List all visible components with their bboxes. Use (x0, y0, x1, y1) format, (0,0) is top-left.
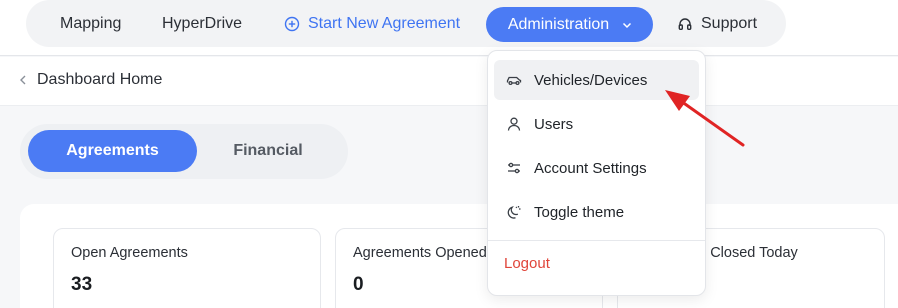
menu-item-label: Vehicles/Devices (534, 71, 648, 89)
chevron-left-icon (18, 74, 28, 86)
headset-icon (677, 16, 693, 32)
menu-item-label: Toggle theme (534, 203, 625, 221)
menu-item-account-settings[interactable]: Account Settings (494, 148, 699, 188)
breadcrumb-label: Dashboard Home (37, 71, 163, 88)
nav-hyperdrive-label: HyperDrive (162, 15, 243, 32)
user-icon (506, 116, 522, 132)
stat-card-value: 33 (71, 274, 93, 295)
nav-administration-label: Administration (507, 15, 610, 33)
menu-item-logout[interactable]: Logout (504, 255, 550, 277)
sliders-icon (506, 160, 522, 176)
plus-circle-icon (284, 16, 300, 32)
theme-toggle-icon (506, 204, 522, 220)
chevron-down-icon (621, 19, 633, 31)
breadcrumb-bar: Dashboard Home (0, 57, 898, 106)
nav-support-label: Support (701, 15, 758, 32)
nav-start-new-agreement[interactable]: Start New Agreement (284, 7, 460, 41)
menu-item-users[interactable]: Users (494, 104, 699, 144)
stat-card-title: Open Agreements (71, 245, 188, 261)
nav-start-new-agreement-label: Start New Agreement (308, 15, 461, 32)
administration-dropdown: Vehicles/Devices Users Account Settings … (487, 50, 706, 296)
nav-mapping[interactable]: Mapping (60, 7, 121, 41)
nav-administration[interactable]: Administration (486, 7, 653, 42)
menu-divider (488, 240, 705, 241)
nav-support[interactable]: Support (677, 7, 757, 41)
nav-mapping-label: Mapping (60, 15, 122, 32)
tab-agreements[interactable]: Agreements (28, 130, 197, 172)
menu-item-vehicles-devices[interactable]: Vehicles/Devices (494, 60, 699, 100)
nav-hyperdrive[interactable]: HyperDrive (162, 7, 242, 41)
menu-item-label: Account Settings (534, 159, 647, 177)
tab-financial[interactable]: Financial (208, 130, 328, 172)
breadcrumb[interactable]: Dashboard Home (18, 71, 162, 89)
car-icon (506, 72, 522, 88)
stat-card-open-agreements: Open Agreements 33 (53, 228, 321, 308)
menu-item-toggle-theme[interactable]: Toggle theme (494, 192, 699, 232)
view-tabs: Agreements Financial (20, 124, 348, 179)
top-bar: Mapping HyperDrive Start New Agreement A… (0, 0, 898, 56)
tab-agreements-label: Agreements (66, 142, 159, 159)
stat-card-value: 0 (353, 274, 364, 295)
menu-item-label: Users (534, 115, 574, 133)
tab-financial-label: Financial (233, 142, 303, 159)
